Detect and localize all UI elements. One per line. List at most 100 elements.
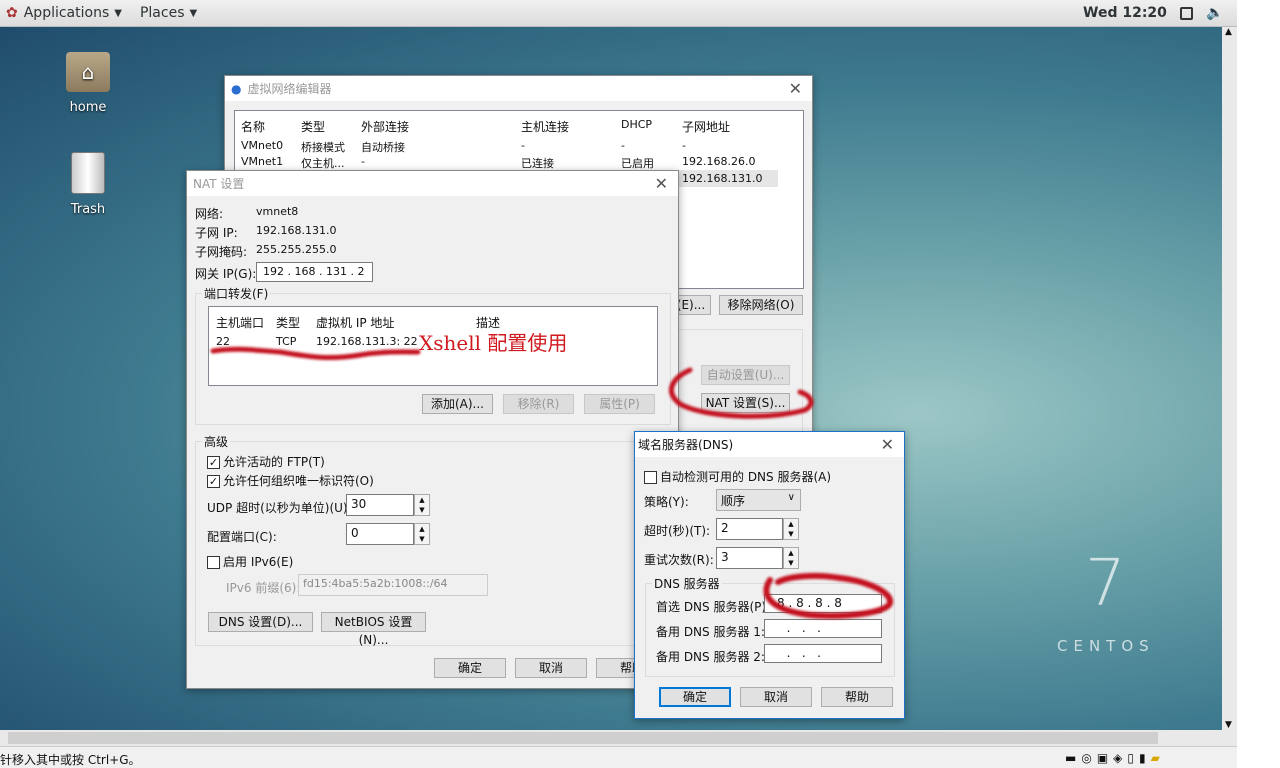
policy-value: 顺序	[721, 494, 746, 508]
col-host[interactable]: 主机连接	[521, 118, 569, 135]
cell: 192.168.131.0	[682, 172, 763, 185]
message-icon[interactable]: ▰	[1151, 751, 1160, 765]
subnet-mask-value: 255.255.255.0	[256, 243, 337, 256]
add-button[interactable]: 添加(A)...	[422, 394, 493, 414]
sound-icon[interactable]: ◈	[1113, 751, 1122, 765]
cell: VMnet0	[241, 139, 284, 152]
remove-network-button[interactable]: 移除网络(O)	[719, 295, 803, 315]
udp-timeout-spinner[interactable]: ▲ ▼	[414, 494, 430, 516]
enable-ipv6-checkbox[interactable]: 启用 IPv6(E)	[207, 553, 293, 570]
col-vm-ip[interactable]: 虚拟机 IP 地址	[316, 314, 394, 331]
close-icon[interactable]: ✕	[655, 174, 668, 193]
chevron-down-icon: ▼	[189, 7, 198, 19]
applications-menu[interactable]: ✿ Applications ▼	[6, 5, 122, 21]
retry-input[interactable]: 3	[716, 547, 783, 569]
auto-detect-dns-checkbox[interactable]: 自动检测可用的 DNS 服务器(A)	[644, 468, 831, 485]
cell: 192.168.26.0	[682, 155, 756, 168]
cell: 已连接	[521, 157, 554, 170]
allow-oui-checkbox[interactable]: ✓ 允许任何组织唯一标识符(O)	[207, 472, 374, 489]
network-icon[interactable]: ▣	[1097, 751, 1108, 765]
ok-button[interactable]: 确定	[659, 687, 731, 707]
device-icons[interactable]: ▬ ◎ ▣ ◈ ▯ ▮ ▰	[1065, 751, 1160, 765]
udp-timeout-input[interactable]: 30	[346, 494, 414, 516]
col-external[interactable]: 外部连接	[361, 118, 409, 135]
cancel-button[interactable]: 取消	[740, 687, 812, 707]
window-title: 虚拟网络编辑器	[247, 82, 332, 96]
alt-dns1-input[interactable]: . . .	[764, 619, 882, 638]
timeout-spinner[interactable]: ▲ ▼	[783, 518, 799, 540]
alt-dns2-input[interactable]: . . .	[764, 644, 882, 663]
status-text: 针移入其中或按 Ctrl+G。	[0, 753, 141, 767]
chevron-down-icon: ▼	[114, 7, 122, 19]
table-row[interactable]: VMnet1 仅主机... - 已连接 已启用 192.168.26.0	[235, 153, 803, 170]
desktop-icon-home[interactable]: ⌂ home	[53, 52, 123, 115]
close-icon[interactable]: ✕	[789, 79, 802, 98]
retry-spinner[interactable]: ▲ ▼	[783, 547, 799, 569]
checkbox-checked-icon: ✓	[207, 456, 220, 469]
hdd-icon[interactable]: ▬	[1065, 751, 1076, 765]
top-bar: ✿ Applications ▼ Places ▼ Wed 12:20 🔈	[0, 0, 1237, 27]
policy-select[interactable]: 顺序 ∨	[716, 489, 801, 511]
preferred-dns-input[interactable]: 8 . 8 . 8 . 8	[764, 594, 882, 613]
col-type[interactable]: 类型	[301, 118, 325, 135]
col-name[interactable]: 名称	[241, 118, 265, 135]
status-bar: 针移入其中或按 Ctrl+G。 ▬ ◎ ▣ ◈ ▯ ▮ ▰	[0, 746, 1237, 768]
checkbox-checked-icon: ✓	[207, 475, 220, 488]
desktop-icon-trash[interactable]: Trash	[53, 152, 123, 217]
group-label: 高级	[202, 433, 231, 450]
usb-icon[interactable]: ▮	[1139, 751, 1146, 765]
cancel-button[interactable]: 取消	[515, 658, 587, 678]
col-host-port[interactable]: 主机端口	[216, 314, 264, 331]
timeout-input[interactable]: 2	[716, 518, 783, 540]
nat-settings-dialog: NAT 设置 ✕ 网络: vmnet8 子网 IP: 192.168.131.0 …	[186, 170, 679, 689]
centos-logo-text: CENTOS	[1057, 637, 1155, 655]
centos-logo-number: 7	[1085, 547, 1126, 621]
allow-ftp-checkbox[interactable]: ✓ 允许活动的 FTP(T)	[207, 453, 325, 470]
close-icon[interactable]: ✕	[881, 435, 894, 454]
horizontal-scrollbar[interactable]	[0, 730, 1237, 746]
title-bar: 域名服务器(DNS) ✕	[635, 432, 904, 457]
printer-icon[interactable]: ▯	[1127, 751, 1134, 765]
cd-icon[interactable]: ◎	[1081, 751, 1091, 765]
clock[interactable]: Wed 12:20	[1083, 5, 1167, 21]
dns-settings-button[interactable]: DNS 设置(D)...	[208, 612, 313, 632]
col-subnet[interactable]: 子网地址	[682, 118, 730, 135]
port-forwarding-list[interactable]: 主机端口 类型 虚拟机 IP 地址 描述 22 TCP 192.168.131.…	[208, 306, 658, 386]
network-value: vmnet8	[256, 205, 299, 218]
trash-icon	[71, 152, 105, 194]
col-type[interactable]: 类型	[276, 314, 300, 331]
config-port-label: 配置端口(C):	[207, 530, 277, 544]
cell: VMnet1	[241, 155, 284, 168]
dialog-title: NAT 设置	[193, 177, 245, 191]
auto-settings-button[interactable]: 自动设置(U)...	[701, 365, 790, 385]
trash-label: Trash	[70, 202, 106, 217]
cell: 仅主机...	[301, 157, 345, 170]
gateway-label: 网关 IP(G):	[195, 267, 257, 281]
volume-icon[interactable]: 🔈	[1206, 5, 1223, 21]
ipv6-prefix-label: IPv6 前缀(6):	[226, 581, 301, 595]
window-icon[interactable]	[1180, 6, 1193, 20]
ipv6-prefix-input[interactable]: fd15:4ba5:5a2b:1008::/64	[298, 574, 488, 596]
col-dhcp[interactable]: DHCP	[621, 118, 652, 131]
cell: -	[361, 155, 365, 168]
table-row[interactable]: VMnet0 桥接模式 自动桥接 - - -	[235, 136, 803, 154]
title-bar: NAT 设置 ✕	[187, 171, 678, 196]
chevron-down-icon: ∨	[787, 492, 795, 503]
vertical-scrollbar[interactable]: ▲ ▼	[1222, 27, 1237, 730]
nat-settings-button[interactable]: NAT 设置(S)...	[701, 393, 790, 413]
places-menu[interactable]: Places ▼	[140, 5, 197, 21]
cell: TCP	[276, 335, 297, 348]
preferred-dns-label: 首选 DNS 服务器(P):	[656, 600, 771, 614]
netbios-settings-button[interactable]: NetBIOS 设置(N)...	[321, 612, 426, 647]
home-folder-icon: ⌂	[66, 52, 110, 92]
udp-timeout-label: UDP 超时(以秒为单位)(U):	[207, 501, 352, 515]
config-port-spinner[interactable]: ▲ ▼	[414, 523, 430, 545]
cell: 192.168.131.3: 22	[316, 335, 418, 348]
places-label: Places	[139, 5, 185, 21]
properties-button[interactable]: 属性(P)	[584, 394, 655, 414]
remove-button[interactable]: 移除(R)	[503, 394, 574, 414]
config-port-input[interactable]: 0	[346, 523, 414, 545]
ok-button[interactable]: 确定	[434, 658, 506, 678]
gateway-ip-input[interactable]: 192 . 168 . 131 . 2	[256, 262, 373, 282]
help-button[interactable]: 帮助	[821, 687, 893, 707]
